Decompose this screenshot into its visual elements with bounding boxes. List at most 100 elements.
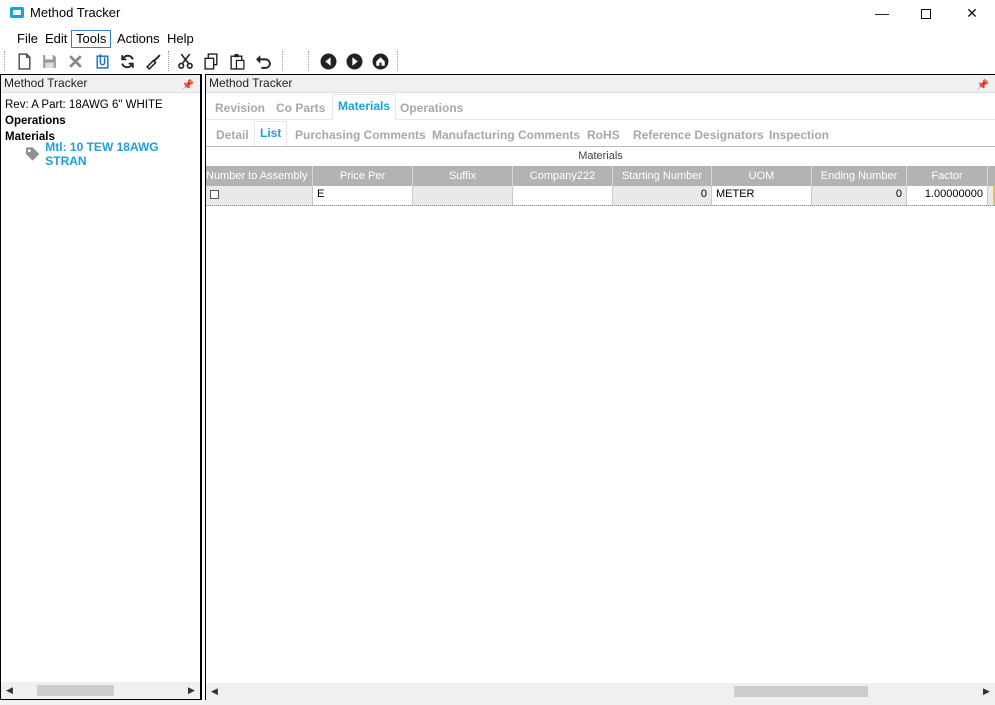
- cut-icon: [177, 53, 193, 69]
- paste-icon: [229, 53, 245, 70]
- title-bar: Method Tracker — ✕: [0, 0, 995, 26]
- toolbar: [0, 49, 995, 73]
- scroll-left-arrow-icon[interactable]: ◀: [206, 683, 223, 700]
- back-icon: [320, 53, 336, 69]
- clear-icon: [145, 53, 161, 70]
- scroll-left-arrow-icon[interactable]: ◀: [1, 682, 18, 699]
- forward-icon: [346, 53, 362, 69]
- menu-help[interactable]: Help: [162, 30, 199, 48]
- copy-icon: [203, 52, 218, 70]
- col-uom[interactable]: UOM: [712, 166, 812, 186]
- new-icon: [17, 52, 31, 70]
- menu-actions[interactable]: Actions: [112, 30, 165, 48]
- col-number-to-assembly[interactable]: Number to Assembly: [206, 166, 313, 186]
- tree-item-rev[interactable]: Rev: A Part: 18AWG 6" WHITE: [5, 97, 196, 113]
- tree-item-operations[interactable]: Operations: [5, 113, 196, 129]
- col-ending-number[interactable]: Ending Number: [812, 166, 907, 186]
- left-scroll-thumb[interactable]: [37, 685, 114, 696]
- undo-icon: [255, 54, 271, 69]
- menu-bar: File Edit Tools Actions Help: [0, 28, 995, 48]
- tab-revision[interactable]: Revision: [215, 101, 265, 115]
- cell-suffix[interactable]: [413, 186, 513, 205]
- pin-icon[interactable]: 📌: [182, 77, 194, 94]
- toolbar-separator: [168, 51, 171, 71]
- undo-button[interactable]: [253, 51, 273, 71]
- right-panel: Method Tracker 📌 Revision Co Parts Mater…: [205, 74, 995, 700]
- left-horizontal-scrollbar[interactable]: ◀ ▶: [1, 682, 200, 699]
- home-button[interactable]: [370, 51, 390, 71]
- menu-file[interactable]: File: [12, 30, 43, 48]
- tab-purchasing-comments[interactable]: Purchasing Comments: [295, 128, 426, 142]
- maximize-button[interactable]: [903, 0, 949, 26]
- materials-grid: Materials Number to Assembly Price Per S…: [206, 146, 995, 206]
- left-panel-header: Method Tracker 📌: [1, 75, 200, 93]
- home-icon: [372, 53, 388, 69]
- paste-button[interactable]: [227, 51, 247, 71]
- col-price-per[interactable]: Price Per: [313, 166, 413, 186]
- tab-operations[interactable]: Operations: [400, 101, 463, 115]
- save-button[interactable]: [39, 51, 59, 71]
- toolbar-grip-4[interactable]: [397, 51, 400, 71]
- left-panel: Method Tracker 📌 Rev: A Part: 18AWG 6" W…: [0, 74, 202, 700]
- tab-manufacturing-comments[interactable]: Manufacturing Comments: [432, 128, 580, 142]
- col-company222[interactable]: Company222: [513, 166, 613, 186]
- toolbar-grip[interactable]: [4, 51, 7, 71]
- delete-button[interactable]: [65, 51, 85, 71]
- status-bar: [0, 700, 995, 705]
- cell-uom[interactable]: METER: [712, 186, 812, 205]
- window-title: Method Tracker: [30, 5, 121, 20]
- tab-detail[interactable]: Detail: [216, 128, 249, 142]
- close-button[interactable]: ✕: [949, 0, 995, 26]
- menu-edit[interactable]: Edit: [40, 30, 72, 48]
- toolbar-grip-3[interactable]: [308, 51, 311, 71]
- col-starting-number[interactable]: Starting Number: [613, 166, 712, 186]
- grid-header-row: Number to Assembly Price Per Suffix Comp…: [206, 166, 995, 186]
- right-panel-title: Method Tracker: [209, 76, 293, 90]
- tab-materials[interactable]: Materials: [331, 94, 397, 121]
- right-scroll-thumb[interactable]: [734, 686, 868, 697]
- toolbar-grip-2[interactable]: [282, 51, 285, 71]
- cell-factor[interactable]: 1.00000000: [907, 186, 988, 205]
- left-panel-title: Method Tracker: [4, 76, 88, 90]
- tag-icon: [25, 147, 40, 161]
- cell-number-to-assembly[interactable]: [206, 186, 313, 205]
- cell-ending-number[interactable]: 0: [812, 186, 907, 205]
- scroll-right-arrow-icon[interactable]: ▶: [183, 682, 200, 699]
- tree-item-mtl[interactable]: Mtl: 10 TEW 18AWG STRAN: [25, 140, 196, 168]
- tab-inspection[interactable]: Inspection: [769, 128, 829, 142]
- right-panel-header: Method Tracker 📌: [206, 75, 995, 93]
- back-button[interactable]: [318, 51, 338, 71]
- attach-icon: [95, 53, 109, 69]
- cut-button[interactable]: [175, 51, 195, 71]
- minimize-button[interactable]: —: [859, 0, 905, 26]
- save-icon: [42, 54, 56, 68]
- cell-company222[interactable]: [513, 186, 613, 205]
- clear-button[interactable]: [143, 51, 163, 71]
- tab-rohs[interactable]: RoHS: [587, 128, 620, 142]
- right-horizontal-scrollbar[interactable]: ◀ ▶: [206, 683, 995, 700]
- assembly-checkbox[interactable]: [210, 190, 219, 199]
- delete-icon: [68, 54, 82, 68]
- menu-tools[interactable]: Tools: [71, 30, 112, 48]
- tab-list[interactable]: List: [253, 121, 288, 148]
- copy-button[interactable]: [201, 51, 221, 71]
- cell-starting-number[interactable]: 0: [613, 186, 712, 205]
- cell-price-per[interactable]: E: [313, 186, 413, 205]
- refresh-button[interactable]: [117, 51, 137, 71]
- scroll-right-arrow-icon[interactable]: ▶: [978, 683, 995, 700]
- sub-tabs: Detail List Purchasing Comments Manufact…: [206, 121, 995, 148]
- table-row[interactable]: E 0 METER 0 1.00000000: [206, 186, 995, 206]
- refresh-icon: [120, 54, 134, 68]
- grid-title: Materials: [206, 147, 995, 166]
- app-icon: [10, 7, 24, 18]
- main-tabs: Revision Co Parts Materials Operations: [206, 94, 995, 121]
- col-factor[interactable]: Factor: [907, 166, 988, 186]
- col-suffix[interactable]: Suffix: [413, 166, 513, 186]
- tab-reference-designators[interactable]: Reference Designators: [633, 128, 764, 142]
- forward-button[interactable]: [344, 51, 364, 71]
- tab-co-parts[interactable]: Co Parts: [276, 101, 325, 115]
- pin-icon[interactable]: 📌: [977, 77, 989, 94]
- method-tree: Rev: A Part: 18AWG 6" WHITE Operations M…: [1, 93, 200, 168]
- attach-button[interactable]: [92, 51, 112, 71]
- new-button[interactable]: [14, 51, 34, 71]
